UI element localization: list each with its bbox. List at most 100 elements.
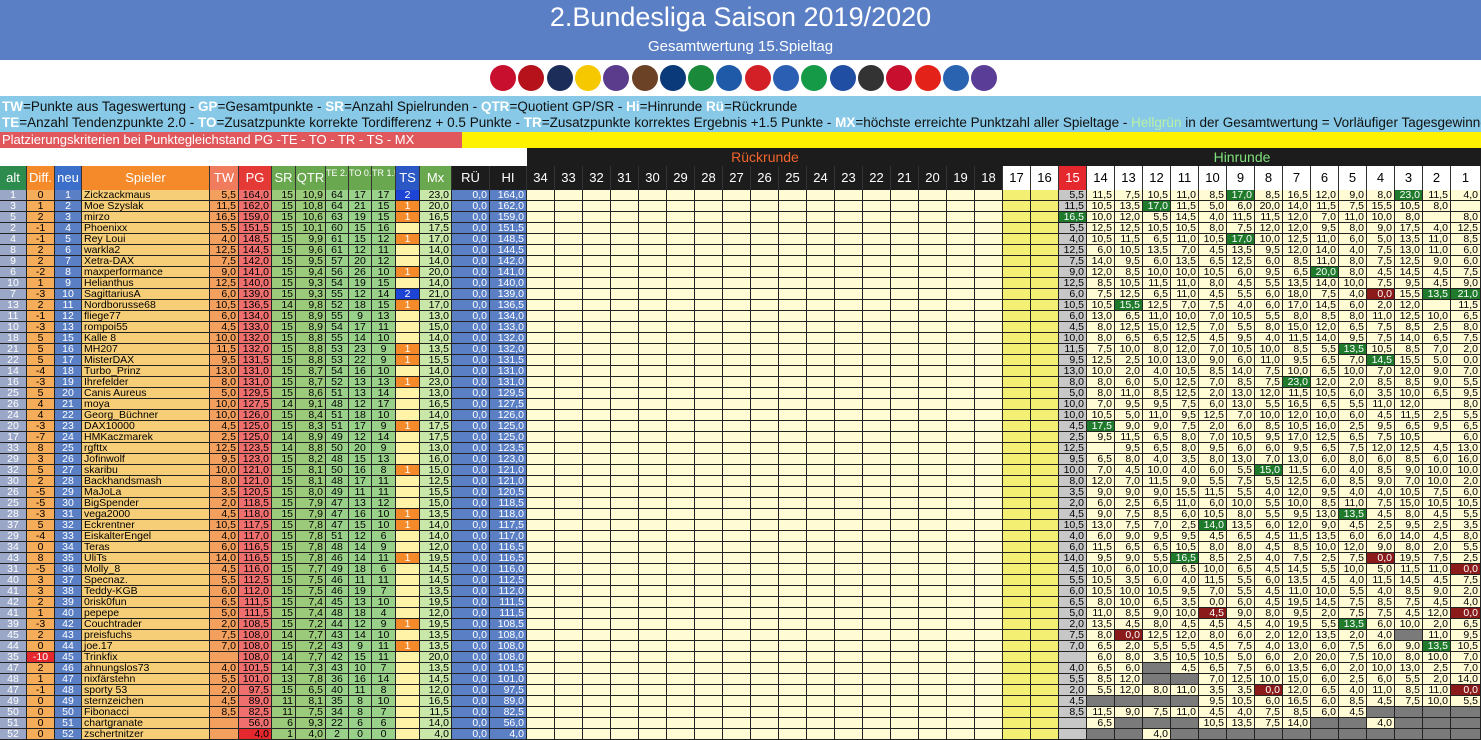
table-row[interactable]: 1 0 1 Zickzackmaus 5,5 164,0 15 10,9 64 17 17 2 23,0… bbox=[0, 190, 1481, 201]
col-header-ru[interactable]: RÜ bbox=[452, 166, 490, 190]
table-row[interactable]: 4 -1 5 Rey Loui 4,0 148,5 15 9,9 61 15 12 1 17,0 0,0 1… bbox=[0, 234, 1481, 245]
col-header-round-1[interactable]: 1 bbox=[1451, 166, 1481, 190]
col-header-diff[interactable]: Diff. bbox=[27, 166, 55, 190]
col-header-ts[interactable]: TS bbox=[396, 166, 420, 190]
table-row[interactable]: 50 0 50 Fibonacci 8,5 82,5 11 7,5 34 8 7 11,5 0,0 82,… bbox=[0, 707, 1481, 718]
table-row[interactable]: 11 -1 12 fliege77 6,0 134,0 15 8,9 55 9 13 13,0 0,0 1… bbox=[0, 311, 1481, 322]
col-header-round-5[interactable]: 5 bbox=[1339, 166, 1367, 190]
table-row[interactable]: 20 -3 23 DAX10000 4,5 125,0 15 8,3 51 17 9 1 17,5 0,0… bbox=[0, 421, 1481, 432]
table-row[interactable]: 34 0 34 Teras 6,0 116,5 15 7,8 48 14 9 12,0 0,0 116,5… bbox=[0, 542, 1481, 553]
col-header-neu[interactable]: neu bbox=[55, 166, 82, 190]
table-row[interactable]: 14 -4 18 Turbo_Prinz 13,0 131,0 15 8,7 54 16 10 14,… bbox=[0, 366, 1481, 377]
table-row[interactable]: 9 2 7 Xetra-DAX 7,5 142,0 15 9,5 57 20 12 14,0 0,0 14… bbox=[0, 256, 1481, 267]
table-row[interactable]: 29 3 26 Jofinwolf 9,5 123,0 15 8,2 48 15 13 16,0 0,0… bbox=[0, 454, 1481, 465]
col-header-round-16[interactable]: 16 bbox=[1031, 166, 1059, 190]
col-header-round-20[interactable]: 20 bbox=[919, 166, 947, 190]
col-header-round-6[interactable]: 6 bbox=[1311, 166, 1339, 190]
col-header-round-25[interactable]: 25 bbox=[779, 166, 807, 190]
col-header-round-31[interactable]: 31 bbox=[611, 166, 639, 190]
col-header-to[interactable]: TO 0.5 bbox=[349, 166, 372, 190]
table-row[interactable]: 37 5 32 Eckrentner 10,5 117,5 15 7,8 47 15 10 1 14,0… bbox=[0, 520, 1481, 531]
table-row[interactable]: 5 2 3 mirzo 16,5 159,0 15 10,6 63 19 15 1 16,5 0,0 159… bbox=[0, 212, 1481, 223]
col-header-round-19[interactable]: 19 bbox=[947, 166, 975, 190]
col-header-tr[interactable]: TR 1.5 bbox=[372, 166, 396, 190]
col-header-round-8[interactable]: 8 bbox=[1255, 166, 1283, 190]
col-header-te[interactable]: TE 2.0 bbox=[326, 166, 349, 190]
col-header-round-28[interactable]: 28 bbox=[695, 166, 723, 190]
col-header-hi[interactable]: HI bbox=[490, 166, 527, 190]
table-row[interactable]: 22 5 17 MisterDAX 9,5 131,5 15 8,8 53 22 9 1 15,5 0,0… bbox=[0, 355, 1481, 366]
col-header-round-18[interactable]: 18 bbox=[975, 166, 1003, 190]
col-header-round-33[interactable]: 33 bbox=[555, 166, 583, 190]
col-header-round-30[interactable]: 30 bbox=[639, 166, 667, 190]
col-header-pg[interactable]: PG bbox=[239, 166, 272, 190]
col-header-round-14[interactable]: 14 bbox=[1087, 166, 1115, 190]
table-row[interactable]: 31 -5 36 Molly_8 4,5 116,0 15 7,7 49 18 6 14,5 0,0 11… bbox=[0, 564, 1481, 575]
col-header-round-2[interactable]: 2 bbox=[1423, 166, 1451, 190]
table-row[interactable]: 40 3 37 Specnaz. 5,5 112,5 15 7,5 46 11 11 14,5 0,0 1… bbox=[0, 575, 1481, 586]
col-header-round-4[interactable]: 4 bbox=[1367, 166, 1395, 190]
table-row[interactable]: 39 -3 42 Couchtrader 2,0 108,5 15 7,2 44 12 9 1 19,5… bbox=[0, 619, 1481, 630]
col-header-round-24[interactable]: 24 bbox=[807, 166, 835, 190]
table-row[interactable]: 42 2 39 0risk0fun 6,5 111,5 15 7,4 45 13 10 19,5 0,0… bbox=[0, 597, 1481, 608]
table-row[interactable]: 7 -3 10 SagittariusA 6,0 139,0 15 9,3 55 12 14 2 21,… bbox=[0, 289, 1481, 300]
col-header-round-15[interactable]: 15 bbox=[1059, 166, 1087, 190]
col-header-round-29[interactable]: 29 bbox=[667, 166, 695, 190]
table-row[interactable]: 28 -3 31 vega2000 4,5 118,0 15 7,9 47 16 10 1 13,5 0,… bbox=[0, 509, 1481, 520]
table-row[interactable]: 41 3 38 Teddy-KGB 6,0 112,0 15 7,5 46 19 7 13,5 0,0 1… bbox=[0, 586, 1481, 597]
table-row[interactable]: 3 1 2 Moe Szyslak 11,5 162,0 15 10,8 64 21 15 1 20,0… bbox=[0, 201, 1481, 212]
col-header-round-3[interactable]: 3 bbox=[1395, 166, 1423, 190]
table-row[interactable]: 49 0 49 sternzeichen 4,5 89,0 11 8,1 35 8 10 16,5 0,… bbox=[0, 696, 1481, 707]
col-header-round-17[interactable]: 17 bbox=[1003, 166, 1031, 190]
table-row[interactable]: 47 2 46 ahnungslos73 4,0 101,5 14 7,3 43 10 7 13,5 0… bbox=[0, 663, 1481, 674]
col-header-round-10[interactable]: 10 bbox=[1199, 166, 1227, 190]
col-header-sr[interactable]: SR bbox=[272, 166, 296, 190]
table-row[interactable]: 25 -5 30 BigSpender 2,0 118,5 15 7,9 47 13 12 15,0 0… bbox=[0, 498, 1481, 509]
col-header-round-22[interactable]: 22 bbox=[863, 166, 891, 190]
col-header-alt[interactable]: alt bbox=[0, 166, 27, 190]
table-row[interactable]: 30 2 28 Backhandsmash 8,0 121,0 15 8,1 48 17 11 12,… bbox=[0, 476, 1481, 487]
table-row[interactable]: 25 5 20 Canis Aureus 5,0 129,5 15 8,6 51 13 14 13,0… bbox=[0, 388, 1481, 399]
col-header-tw[interactable]: TW bbox=[210, 166, 239, 190]
col-header-round-11[interactable]: 11 bbox=[1171, 166, 1199, 190]
col-header-round-32[interactable]: 32 bbox=[583, 166, 611, 190]
table-row[interactable]: 21 5 16 MH207 11,5 132,0 15 8,8 53 23 9 1 13,5 0,0 132… bbox=[0, 344, 1481, 355]
col-header-round-12[interactable]: 12 bbox=[1143, 166, 1171, 190]
col-header-round-13[interactable]: 13 bbox=[1115, 166, 1143, 190]
table-row[interactable]: 35 -10 45 Trinkfix 108,0 14 7,7 42 15 11 20,0 0,0 10… bbox=[0, 652, 1481, 663]
table-row[interactable]: 26 -5 29 MaJoLa 3,5 120,5 15 8,0 49 11 11 15,5 0,0 12… bbox=[0, 487, 1481, 498]
col-header-mx[interactable]: Mx bbox=[420, 166, 452, 190]
table-row[interactable]: 43 8 35 UliTs 14,0 116,5 15 7,8 46 14 11 1 19,5 0,0 11… bbox=[0, 553, 1481, 564]
table-row[interactable]: 2 -1 4 Phoenixx 5,5 151,5 15 10,1 60 15 16 17,5 0,0 1… bbox=[0, 223, 1481, 234]
cell-round-15: 10,0 bbox=[1059, 333, 1087, 344]
table-row[interactable]: 26 4 21 moya 10,0 127,5 14 9,1 48 12 17 16,5 0,0 127,… bbox=[0, 399, 1481, 410]
col-header-qtr[interactable]: QTR bbox=[296, 166, 326, 190]
table-row[interactable]: 33 8 25 rgfttx 12,5 123,5 14 8,8 50 20 9 13,0 0,0 123… bbox=[0, 443, 1481, 454]
col-header-round-9[interactable]: 9 bbox=[1227, 166, 1255, 190]
col-header-spieler[interactable]: Spieler bbox=[82, 166, 210, 190]
table-row[interactable]: 17 -7 24 HMKaczmarek 2,5 125,0 14 8,9 49 12 14 17,5… bbox=[0, 432, 1481, 443]
table-row[interactable]: 13 2 11 Nordborusse68 10,5 136,5 14 9,8 52 18 15 1 1… bbox=[0, 300, 1481, 311]
table-row[interactable]: 45 2 43 preisfuchs 7,5 108,0 14 7,7 43 14 10 13,5 0,… bbox=[0, 630, 1481, 641]
table-row[interactable]: 10 -3 13 rompoi55 4,5 133,0 15 8,9 54 17 11 15,0 0,0… bbox=[0, 322, 1481, 333]
table-row[interactable]: 32 5 27 skaribu 10,0 121,0 15 8,1 50 16 8 1 15,0 0,0 1… bbox=[0, 465, 1481, 476]
table-row[interactable]: 6 -2 8 maxperformance 9,0 141,0 15 9,4 56 26 10 1 20… bbox=[0, 267, 1481, 278]
table-row[interactable]: 24 4 22 Georg_Büchner 10,0 126,0 15 8,4 51 18 10 14… bbox=[0, 410, 1481, 421]
table-row[interactable]: 18 5 15 Kalle 8 10,0 132,0 15 8,8 55 14 10 14,0 0,0 1… bbox=[0, 333, 1481, 344]
col-header-round-7[interactable]: 7 bbox=[1283, 166, 1311, 190]
table-row[interactable]: 47 -1 48 sporty 53 2,0 97,5 15 6,5 40 11 8 12,0 0,0 9… bbox=[0, 685, 1481, 696]
table-row[interactable]: 41 1 40 pepepe 5,0 111,5 15 7,4 48 18 4 12,0 0,0 111,… bbox=[0, 608, 1481, 619]
col-header-round-27[interactable]: 27 bbox=[723, 166, 751, 190]
table-row[interactable]: 10 1 9 Helianthus 12,5 140,0 15 9,3 54 19 15 14,0 0,… bbox=[0, 278, 1481, 289]
table-row[interactable]: 16 -3 19 Ihrefelder 8,0 131,0 15 8,7 52 13 13 1 23,0… bbox=[0, 377, 1481, 388]
table-row[interactable]: 48 1 47 nixfärstehn 5,5 101,0 13 7,8 36 16 14 14,5 0… bbox=[0, 674, 1481, 685]
table-row[interactable]: 51 0 51 chartgranate 56,0 6 9,3 22 6 6 14,0 0,0 56,0… bbox=[0, 718, 1481, 729]
col-header-round-23[interactable]: 23 bbox=[835, 166, 863, 190]
table-row[interactable]: 29 -4 33 EiskalterEngel 4,0 117,0 15 7,8 51 12 6 14… bbox=[0, 531, 1481, 542]
table-row[interactable]: 52 0 52 zschertnitzer 4,0 1 4,0 2 0 0 4,0 0,0 4,0 4,0 bbox=[0, 729, 1481, 740]
table-row[interactable]: 8 2 6 warkla2 12,5 144,5 15 9,6 61 12 11 14,0 0,0 144… bbox=[0, 245, 1481, 256]
col-header-round-34[interactable]: 34 bbox=[527, 166, 555, 190]
col-header-round-26[interactable]: 26 bbox=[751, 166, 779, 190]
col-header-round-21[interactable]: 21 bbox=[891, 166, 919, 190]
table-row[interactable]: 44 0 44 joe.17 7,0 108,0 15 7,2 43 9 11 1 13,5 0,0 108… bbox=[0, 641, 1481, 652]
